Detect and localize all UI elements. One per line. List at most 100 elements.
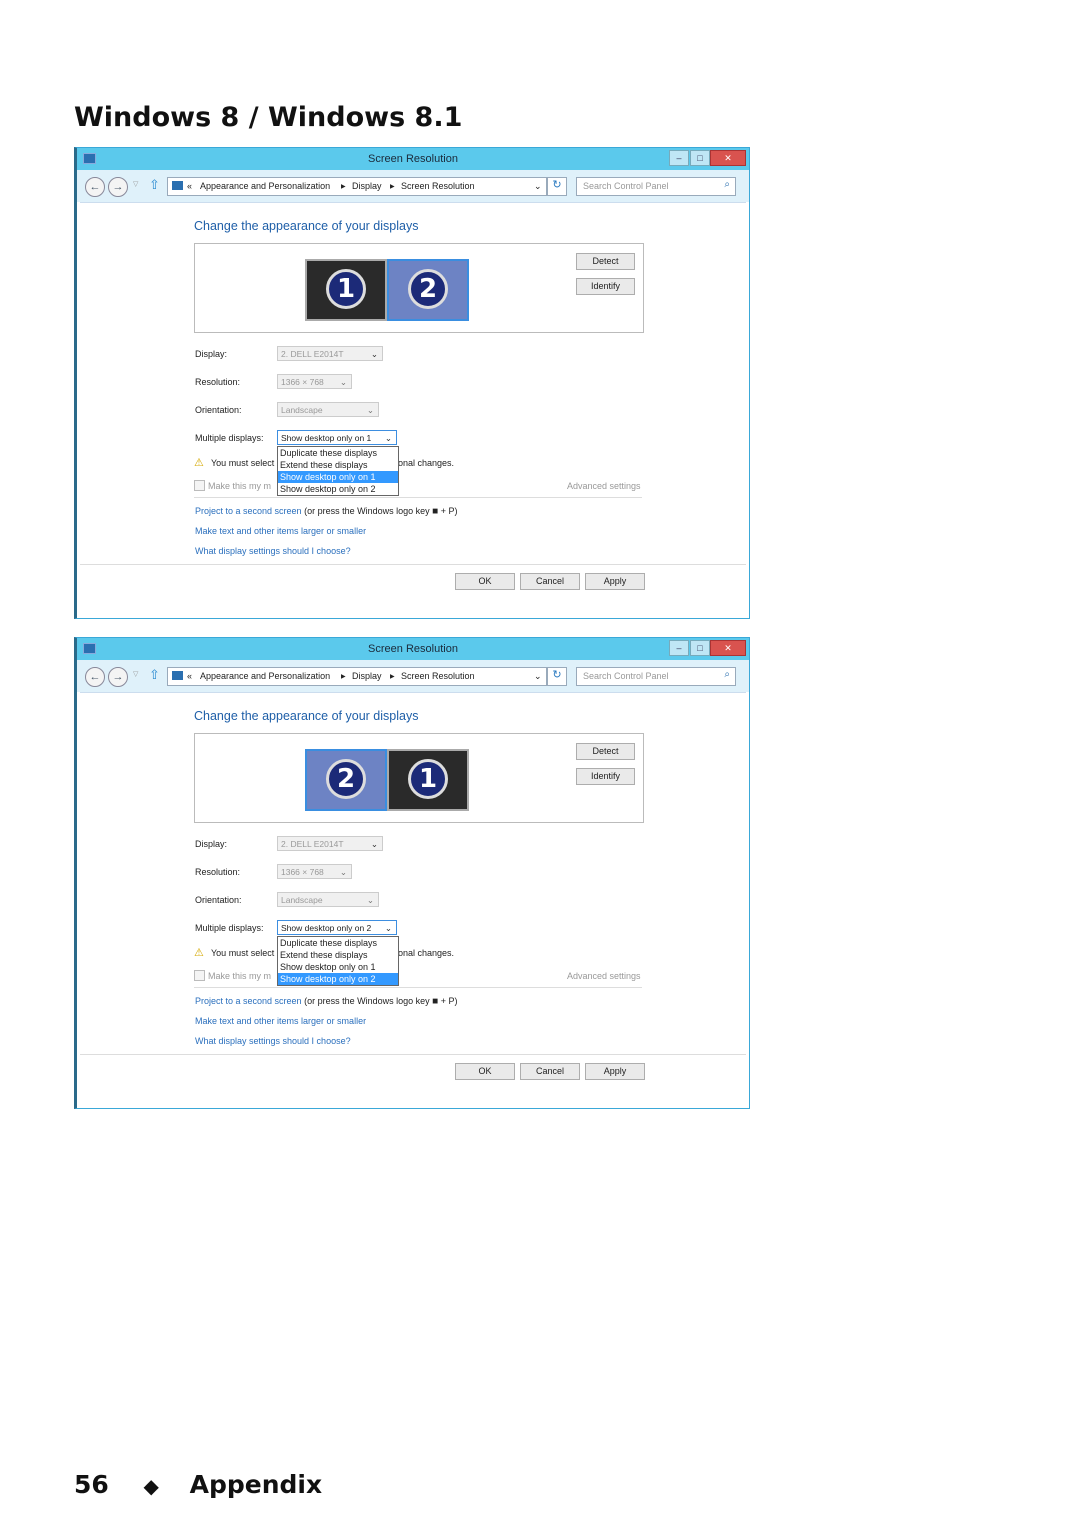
up-icon[interactable]: ⇧ — [149, 177, 160, 193]
identify-button[interactable]: Identify — [576, 278, 635, 295]
search-input[interactable]: Search Control Panel ⌕ — [576, 667, 736, 686]
main-display-checkbox[interactable] — [194, 480, 205, 491]
advanced-settings-link[interactable]: Advanced settings — [567, 971, 641, 981]
dropdown-option[interactable]: Extend these displays — [278, 459, 398, 471]
page-heading: Change the appearance of your displays — [194, 219, 419, 233]
multiple-displays-select[interactable]: Show desktop only on 1 ⌄ — [277, 430, 397, 445]
chevron-right-icon: ▶ — [341, 674, 346, 680]
display-label: Display: — [195, 839, 228, 849]
identify-button[interactable]: Identify — [576, 768, 635, 785]
main-display-checkbox[interactable] — [194, 970, 205, 981]
checkbox-label: Make this my m — [208, 481, 272, 491]
multiple-displays-value: Show desktop only on 1 — [281, 433, 372, 443]
monitor-1[interactable]: 1 — [305, 259, 387, 321]
breadcrumb-appearance[interactable]: Appearance and Personalization — [200, 181, 330, 191]
resolution-select[interactable]: 1366 × 768 ⌄ — [277, 374, 352, 389]
dropdown-option[interactable]: Show desktop only on 1 — [278, 471, 398, 483]
screen-resolution-window: Screen Resolution – □ ✕ ← → ▽ ⇧ « Appear… — [74, 147, 750, 619]
ok-button[interactable]: OK — [455, 573, 515, 590]
window-content: Change the appearance of your displays 2… — [80, 692, 746, 1108]
breadcrumb-display[interactable]: Display — [352, 671, 382, 681]
manual-page: Windows 8 / Windows 8.1 Screen Resolutio… — [0, 0, 1080, 1532]
resolution-value: 1366 × 768 — [281, 867, 324, 877]
chevron-down-icon[interactable]: ⌄ — [534, 671, 542, 682]
dropdown-option[interactable]: Duplicate these displays — [278, 447, 398, 459]
cancel-button[interactable]: Cancel — [520, 1063, 580, 1080]
refresh-icon[interactable]: ↻ — [547, 667, 567, 686]
chevron-down-icon[interactable]: ⌄ — [534, 181, 542, 192]
resolution-select[interactable]: 1366 × 768 ⌄ — [277, 864, 352, 879]
refresh-icon[interactable]: ↻ — [547, 177, 567, 196]
text-size-link[interactable]: Make text and other items larger or smal… — [195, 526, 366, 536]
dropdown-option[interactable]: Duplicate these displays — [278, 937, 398, 949]
breadcrumb-display[interactable]: Display — [352, 181, 382, 191]
project-link[interactable]: Project to a second screen — [195, 506, 302, 516]
chevron-down-icon: ⌄ — [366, 895, 374, 905]
search-icon[interactable]: ⌕ — [724, 179, 730, 190]
minimize-button[interactable]: – — [669, 640, 689, 656]
maximize-button[interactable]: □ — [690, 150, 710, 166]
resolution-label: Resolution: — [195, 377, 241, 387]
close-button[interactable]: ✕ — [710, 150, 746, 166]
up-icon[interactable]: ⇧ — [149, 667, 160, 683]
search-icon[interactable]: ⌕ — [724, 669, 730, 680]
address-bar[interactable]: « Appearance and Personalization ▶ Displ… — [167, 177, 547, 196]
display-settings-help-link[interactable]: What display settings should I choose? — [195, 546, 351, 556]
control-panel-icon — [172, 671, 183, 680]
chevron-right-icon: ▶ — [390, 184, 395, 190]
project-hint: (or press the Windows logo key — [304, 996, 430, 1006]
bullet-icon: ◆ — [143, 1474, 159, 1498]
breadcrumb-appearance[interactable]: Appearance and Personalization — [200, 671, 330, 681]
display-select[interactable]: 2. DELL E2014T ⌄ — [277, 346, 383, 361]
chevron-down-icon: ⌄ — [366, 405, 374, 415]
advanced-settings-link[interactable]: Advanced settings — [567, 481, 641, 491]
project-row: Project to a second screen (or press the… — [195, 506, 457, 517]
breadcrumb-overflow[interactable]: « — [187, 671, 192, 681]
monitor-number: 1 — [326, 269, 366, 309]
apply-button[interactable]: Apply — [585, 1063, 645, 1080]
dropdown-option[interactable]: Extend these displays — [278, 949, 398, 961]
orientation-select[interactable]: Landscape ⌄ — [277, 402, 379, 417]
recent-pages-icon[interactable]: ▽ — [133, 670, 138, 678]
search-input[interactable]: Search Control Panel ⌕ — [576, 177, 736, 196]
orientation-select[interactable]: Landscape ⌄ — [277, 892, 379, 907]
dropdown-option[interactable]: Show desktop only on 2 — [278, 483, 398, 495]
forward-icon[interactable]: → — [108, 177, 128, 197]
multiple-displays-label: Multiple displays: — [195, 923, 264, 933]
monitor-1[interactable]: 1 — [387, 749, 469, 811]
display-value: 2. DELL E2014T — [281, 839, 344, 849]
window-title: Screen Resolution — [368, 153, 458, 165]
chevron-down-icon: ⌄ — [370, 349, 378, 359]
forward-icon[interactable]: → — [108, 667, 128, 687]
warning-text-end: onal changes. — [398, 948, 455, 958]
apply-button[interactable]: Apply — [585, 573, 645, 590]
multiple-displays-select[interactable]: Show desktop only on 2 ⌄ — [277, 920, 397, 935]
dropdown-option[interactable]: Show desktop only on 2 — [278, 973, 398, 985]
breadcrumb-screen-resolution[interactable]: Screen Resolution — [401, 671, 475, 681]
address-bar[interactable]: « Appearance and Personalization ▶ Displ… — [167, 667, 547, 686]
text-size-link[interactable]: Make text and other items larger or smal… — [195, 1016, 366, 1026]
ok-button[interactable]: OK — [455, 1063, 515, 1080]
recent-pages-icon[interactable]: ▽ — [133, 180, 138, 188]
breadcrumb-screen-resolution[interactable]: Screen Resolution — [401, 181, 475, 191]
minimize-button[interactable]: – — [669, 150, 689, 166]
display-label: Display: — [195, 349, 228, 359]
display-select[interactable]: 2. DELL E2014T ⌄ — [277, 836, 383, 851]
back-icon[interactable]: ← — [85, 667, 105, 687]
project-link[interactable]: Project to a second screen — [195, 996, 302, 1006]
monitor-2[interactable]: 2 — [387, 259, 469, 321]
breadcrumb-overflow[interactable]: « — [187, 181, 192, 191]
close-button[interactable]: ✕ — [710, 640, 746, 656]
detect-button[interactable]: Detect — [576, 253, 635, 270]
monitor-number: 2 — [408, 269, 448, 309]
detect-button[interactable]: Detect — [576, 743, 635, 760]
cancel-button[interactable]: Cancel — [520, 573, 580, 590]
display-settings-help-link[interactable]: What display settings should I choose? — [195, 1036, 351, 1046]
project-key: + P) — [440, 996, 458, 1006]
monitor-2[interactable]: 2 — [305, 749, 387, 811]
dropdown-option[interactable]: Show desktop only on 1 — [278, 961, 398, 973]
back-icon[interactable]: ← — [85, 177, 105, 197]
maximize-button[interactable]: □ — [690, 640, 710, 656]
section-name: Appendix — [189, 1470, 323, 1499]
windows-logo-icon: ■ — [432, 996, 439, 1007]
